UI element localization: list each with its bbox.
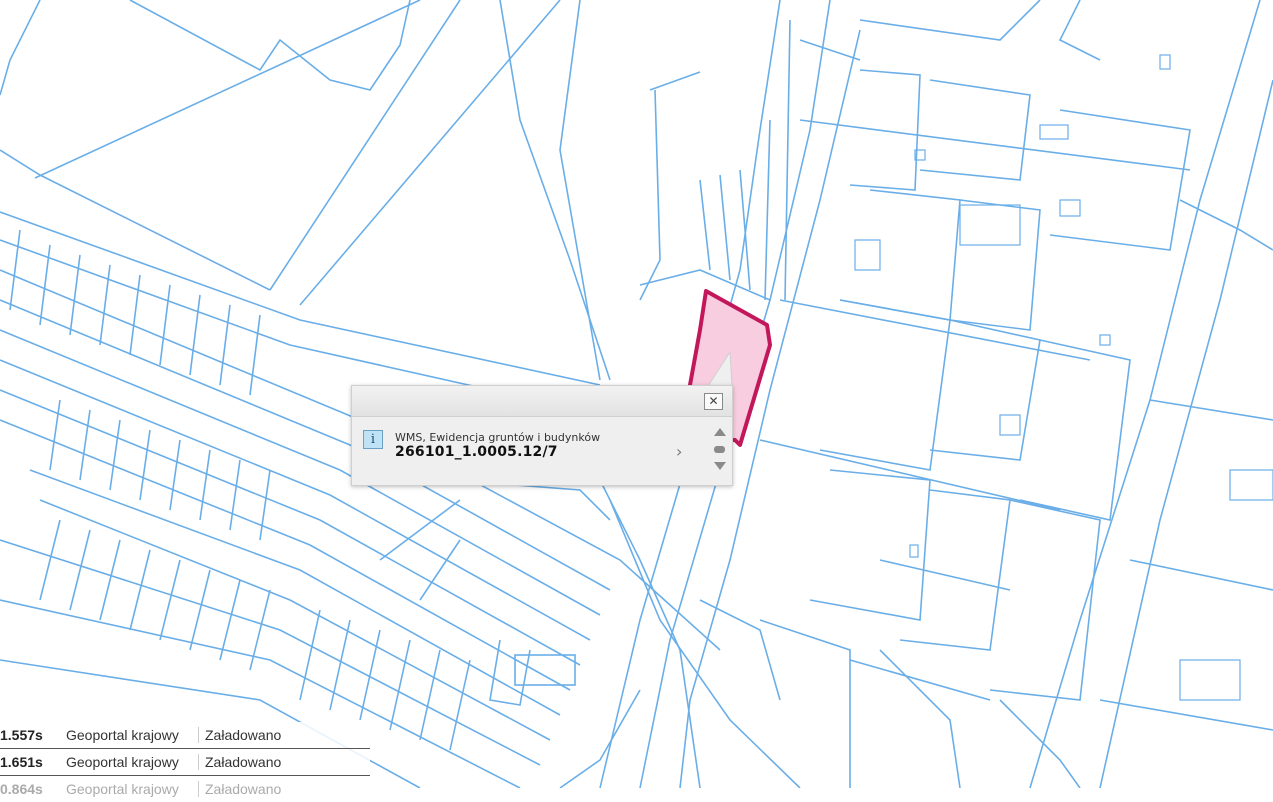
log-row: 1.651s Geoportal krajowy Załadowano [0,749,370,776]
parcel-id[interactable]: 266101_1.0005.12/7 [395,444,558,460]
load-time: 1.651s [0,754,43,770]
close-icon[interactable]: ✕ [704,393,723,410]
service-name: Geoportal krajowy [66,781,179,797]
service-name: Geoportal krajowy [66,754,179,770]
scroll-down-icon[interactable] [714,462,726,470]
feature-info-popup: ✕ i WMS, Ewidencja gruntów i budynków 26… [351,385,733,486]
layer-title: WMS, Ewidencja gruntów i budynków [395,431,601,444]
chevron-right-icon[interactable]: › [676,442,682,461]
popup-titlebar [352,386,732,417]
log-row: 1.557s Geoportal krajowy Załadowano [0,722,370,749]
info-icon: i [363,430,383,449]
service-name: Geoportal krajowy [66,727,179,743]
load-status: Załadowano [198,727,281,743]
map-canvas[interactable]: ✕ i WMS, Ewidencja gruntów i budynków 26… [0,0,1273,788]
load-time: 1.557s [0,727,43,743]
log-row: 0.864s Geoportal krajowy Załadowano [0,776,370,802]
scroll-thumb[interactable] [714,446,725,453]
load-status: Załadowano [198,781,281,797]
load-time: 0.864s [0,781,43,797]
load-status: Załadowano [198,754,281,770]
load-log: 1.557s Geoportal krajowy Załadowano 1.65… [0,722,370,802]
scroll-up-icon[interactable] [714,428,726,436]
popup-scroller[interactable] [712,424,728,478]
